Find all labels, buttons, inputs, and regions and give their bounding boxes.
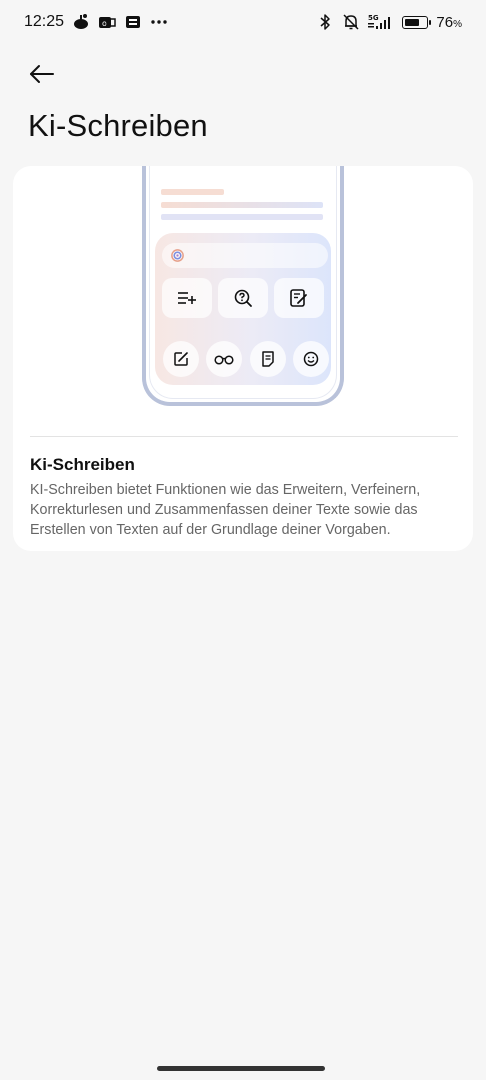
network-label: 5G [368,14,379,22]
battery-percent: 76% [436,13,462,31]
status-left: 12:25 o [24,13,168,31]
home-indicator[interactable] [157,1066,325,1071]
expand-tool-button [162,278,212,318]
smile-icon [303,351,319,367]
summarize-tool-button [274,278,324,318]
phone-mockup [142,166,344,406]
ai-logo-icon [171,249,184,262]
signal-icon: 5G [368,14,391,29]
ai-writing-illustration [13,166,473,416]
sim-card-icon [126,16,141,28]
more-dots-icon [151,20,167,24]
muted-bell-icon [343,14,359,30]
search-question-icon [234,289,252,307]
status-time: 12:25 [24,13,65,30]
card-divider [30,436,458,437]
feature-description: KI-Schreiben bietet Funktionen wie das E… [30,482,421,538]
glasses-icon [214,355,234,365]
battery-icon [402,15,432,29]
text-line [161,214,323,220]
feature-card: Ki-Schreiben KI-Schreiben bietet Funktio… [13,166,473,551]
text-line [161,189,224,195]
status-bar: 12:25 o 5G 76% [0,0,486,46]
document-icon [262,351,274,367]
prompt-field [162,243,328,268]
page-title: Ki-Schreiben [28,108,208,143]
glasses-circle-button [206,341,242,377]
ai-tool-panel [155,233,331,385]
arrow-left-icon [30,65,54,83]
proofread-tool-button [218,278,268,318]
edit-note-icon [290,289,307,307]
text-line [161,202,323,208]
feature-title: Ki-Schreiben [30,455,135,474]
app-icon [74,14,89,29]
emoji-circle-button [293,341,329,377]
list-add-icon [178,292,196,304]
compose-circle-button [163,341,199,377]
back-button[interactable] [22,54,62,94]
bluetooth-icon [320,14,331,30]
status-right: 5G 76% [316,13,462,31]
mail-icon: o [99,17,116,28]
document-circle-button [250,341,286,377]
compose-icon [174,352,188,366]
